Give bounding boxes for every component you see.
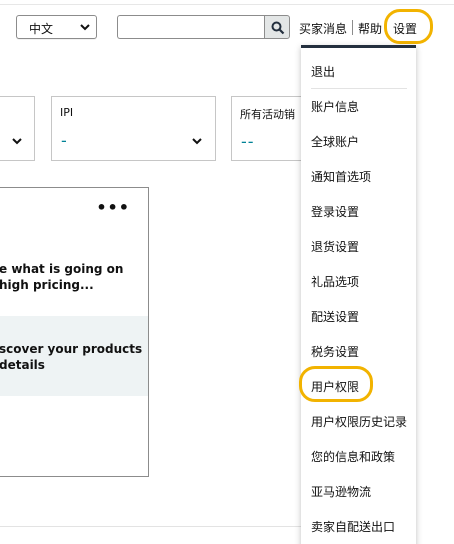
header-separator [386, 20, 387, 35]
discover-line-2: details [0, 358, 45, 372]
menu-item-account-info[interactable]: 账户信息 [311, 98, 359, 115]
chevron-down-icon [12, 138, 22, 145]
metric-card-partial[interactable] [0, 96, 35, 161]
discover-products-text[interactable]: scover your products details [0, 341, 142, 373]
language-select-value: 中文 [29, 22, 54, 36]
search-button[interactable] [264, 15, 290, 39]
menu-item-global-accounts[interactable]: 全球账户 [311, 133, 359, 150]
menu-item-fba[interactable]: 亚马逊物流 [311, 483, 371, 500]
language-select[interactable]: 中文 [16, 15, 97, 39]
menu-item-your-info-and-policies[interactable]: 您的信息和政策 [311, 448, 395, 465]
settings-link[interactable]: 设置 [393, 20, 417, 37]
discover-line-1: scover your products [0, 342, 143, 356]
help-link[interactable]: 帮助 [358, 20, 382, 37]
header-separator [352, 20, 353, 35]
menu-item-tax-settings[interactable]: 税务设置 [311, 343, 359, 360]
recommendation-line-2: high pricing... [0, 278, 94, 292]
chevron-down-icon [80, 24, 90, 31]
search-input[interactable] [117, 15, 265, 39]
ipi-value: - [61, 131, 68, 150]
ipi-label: IPI [60, 106, 74, 119]
menu-item-user-permissions-history[interactable]: 用户权限历史记录 [311, 413, 407, 430]
menu-divider [311, 88, 407, 89]
recommendation-line-1: e what is going on [0, 262, 124, 276]
more-options-icon[interactable]: ••• [96, 198, 130, 217]
menu-item-sign-out[interactable]: 退出 [311, 63, 335, 80]
all-active-listings-label: 所有活动销 [240, 108, 295, 121]
menu-item-notification-preferences[interactable]: 通知首选项 [311, 168, 371, 185]
chevron-down-icon [192, 138, 202, 145]
menu-item-mfn-export[interactable]: 卖家自配送出口 [311, 518, 395, 535]
menu-item-login-settings[interactable]: 登录设置 [311, 203, 359, 220]
recommendation-card: ••• e what is going on high pricing... s… [0, 187, 149, 477]
ipi-card[interactable]: IPI - [51, 96, 216, 161]
content-divider [0, 526, 301, 527]
menu-item-return-settings[interactable]: 退货设置 [311, 238, 359, 255]
menu-item-gift-options[interactable]: 礼品选项 [311, 273, 359, 290]
search-icon [271, 21, 285, 35]
menu-item-user-permissions[interactable]: 用户权限 [311, 378, 359, 395]
recommendation-band: scover your products details [0, 316, 148, 396]
buyer-messages-link[interactable]: 买家消息 [299, 20, 347, 37]
header-top-border [0, 4, 454, 5]
all-active-listings-card[interactable]: 所有活动销 -- [231, 96, 306, 161]
menu-item-shipping-settings[interactable]: 配送设置 [311, 308, 359, 325]
all-active-listings-value: -- [241, 132, 255, 151]
recommendation-text[interactable]: e what is going on high pricing... [0, 261, 123, 293]
settings-dropdown-menu: 退出 账户信息 全球账户 通知首选项 登录设置 退货设置 礼品选项 配送设置 税… [301, 45, 416, 544]
